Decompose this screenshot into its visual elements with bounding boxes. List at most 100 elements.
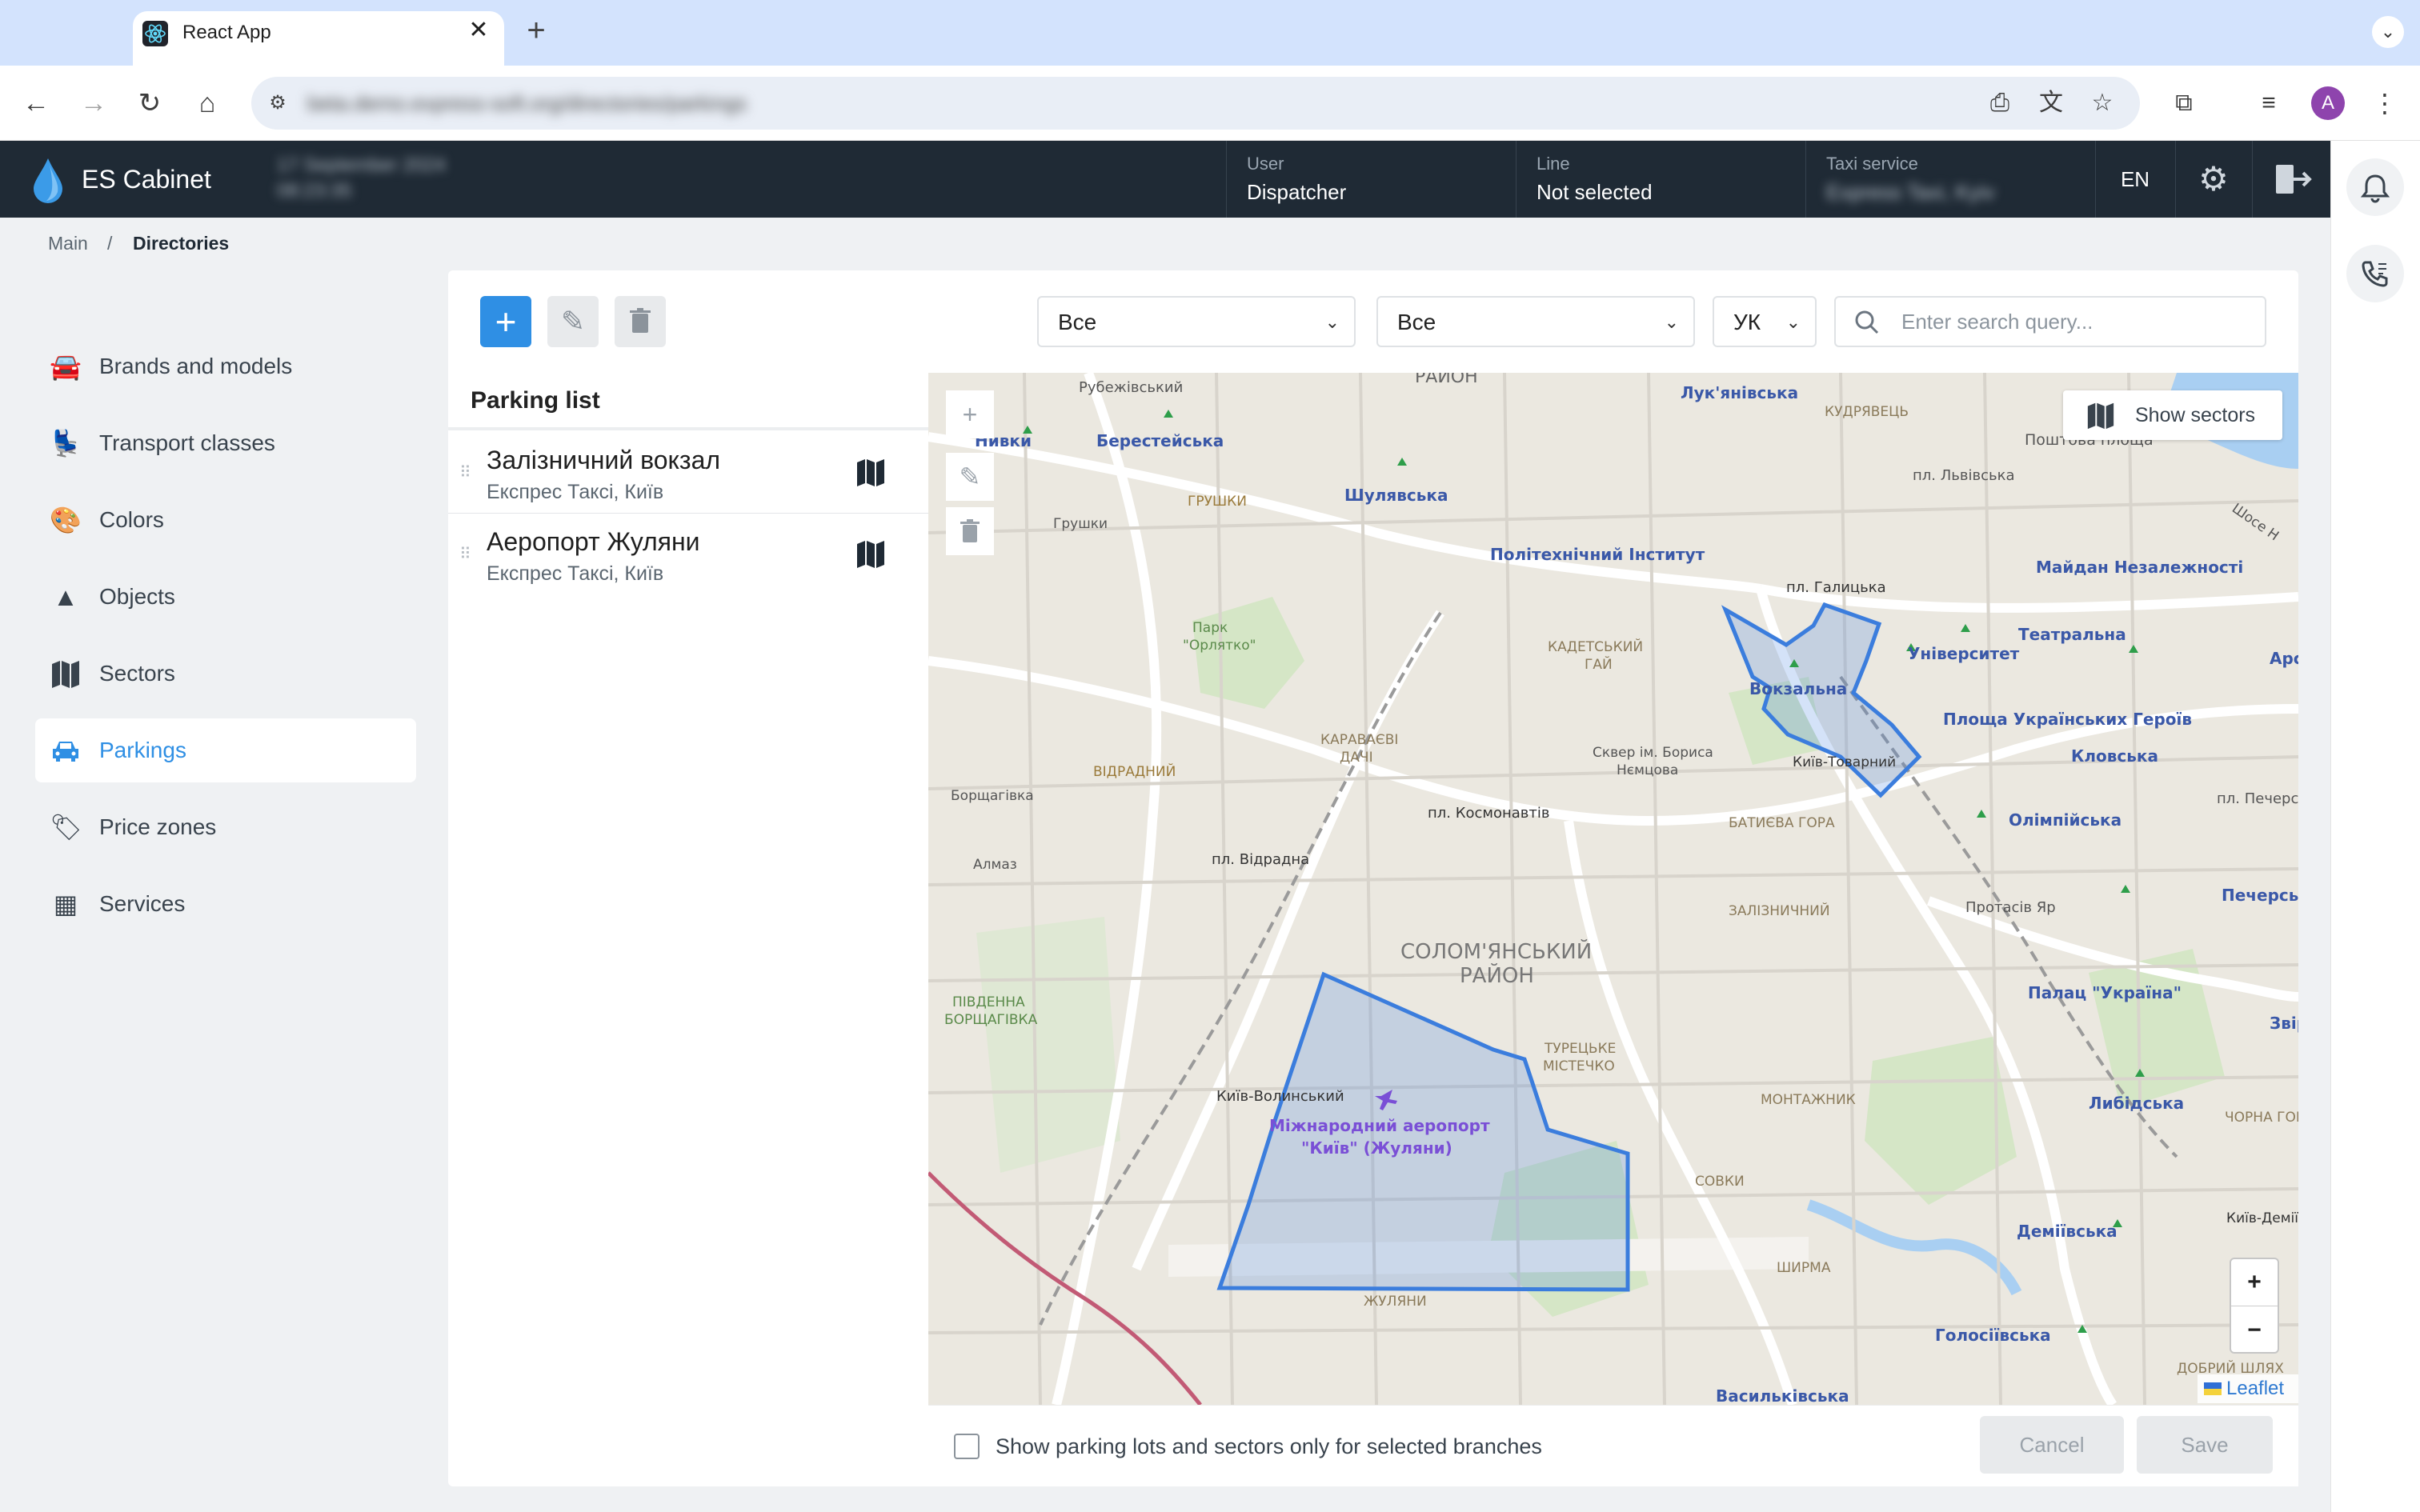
map-label: Рубежівський — [1079, 379, 1183, 396]
taxi-service-value[interactable]: Express Taxi, Kyiv — [1826, 178, 1994, 206]
translate-icon[interactable]: 文 — [2034, 86, 2068, 120]
sidebar-item-brands-and-models[interactable]: 🚘 Brands and models — [35, 334, 416, 398]
map-label: Печерсь — [2222, 886, 2298, 905]
react-favicon-icon — [142, 21, 168, 46]
user-value[interactable]: Dispatcher — [1247, 178, 1346, 206]
chevron-down-icon: ⌄ — [1324, 312, 1340, 332]
sidebar-item-label: Transport classes — [99, 430, 275, 455]
site-settings-icon[interactable]: ⚙ — [264, 90, 291, 117]
show-sectors-label: Show sectors — [2135, 404, 2256, 426]
breadcrumb-main[interactable]: Main — [48, 229, 88, 258]
line-value[interactable]: Not selected — [1537, 178, 1653, 206]
map-label: РАЙОН — [1415, 373, 1478, 387]
car-cog-icon: 🚘 — [50, 352, 82, 381]
map-label: Нємцова — [1617, 762, 1678, 778]
sidebar-item-transport-classes[interactable]: 💺 Transport classes — [35, 411, 416, 475]
add-parking-button[interactable]: + — [480, 296, 531, 347]
header-divider — [2252, 141, 2253, 218]
media-controls-icon[interactable]: ≡ — [2252, 86, 2286, 120]
sidebar-item-label: Parkings — [99, 738, 186, 762]
list-divider — [448, 427, 928, 430]
show-sectors-button[interactable]: Show sectors — [2063, 390, 2282, 440]
sidebar-item-services[interactable]: ▦ Services — [35, 872, 416, 936]
zoom-out-button[interactable]: − — [2231, 1307, 2278, 1354]
map-label: БАТИЄВА ГОРА — [1729, 815, 1835, 831]
map-label: "Орлятко" — [1183, 638, 1256, 654]
map-label: Борщагівка — [951, 788, 1034, 804]
show-on-map-icon[interactable] — [855, 456, 887, 488]
sidebar-item-price-zones[interactable]: 🏷 Price zones — [35, 795, 416, 859]
drag-handle-icon[interactable]: ⠿ — [459, 542, 471, 566]
browser-menu-icon[interactable]: ⋮ — [2369, 86, 2401, 120]
new-tab-icon[interactable]: + — [519, 13, 554, 48]
app-name: ES Cabinet — [82, 165, 211, 194]
profile-avatar[interactable]: A — [2311, 86, 2345, 120]
language-switch[interactable]: EN — [2097, 163, 2174, 195]
map-view[interactable]: РАЙОН Рубежівський Нивки Берестейська ГР… — [928, 373, 2298, 1405]
map-label: Либідська — [2089, 1094, 2184, 1113]
extensions-icon[interactable]: ⧉ — [2167, 86, 2201, 120]
branches-only-label[interactable]: Show parking lots and sectors only for s… — [996, 1430, 1542, 1462]
logout-icon[interactable] — [2270, 157, 2314, 202]
filter-select-2[interactable]: Все ⌄ — [1376, 296, 1695, 347]
show-on-map-icon[interactable] — [855, 538, 887, 570]
sidebar-item-objects[interactable]: ▲ Objects — [35, 565, 416, 629]
reload-icon[interactable]: ↻ — [133, 86, 166, 120]
search-icon — [1852, 307, 1882, 338]
edit-parking-button[interactable]: ✎ — [547, 296, 599, 347]
search-input[interactable] — [1901, 304, 2254, 339]
phone-call-icon[interactable] — [2346, 245, 2404, 302]
ukraine-flag-icon — [2204, 1382, 2222, 1395]
back-arrow-icon[interactable]: ← — [19, 86, 53, 120]
map-icon — [50, 658, 82, 690]
home-icon[interactable]: ⌂ — [190, 86, 224, 120]
map-label: ШИРМА — [1777, 1260, 1831, 1276]
map-park-area — [976, 917, 1120, 1173]
drag-handle-icon[interactable]: ⠿ — [459, 461, 471, 485]
tab-search-chevron-icon[interactable]: ⌄ — [2372, 16, 2404, 48]
map-label: РАЙОН — [1460, 962, 1534, 988]
address-url[interactable]: beta.demo.express-soft.org/directories/p… — [307, 85, 835, 122]
map-label: "Київ" (Жуляни) — [1301, 1138, 1452, 1158]
branches-only-checkbox[interactable] — [954, 1434, 980, 1459]
settings-gear-icon[interactable]: ⚙ — [2191, 157, 2236, 202]
parking-list-item[interactable]: ⠿ Аеропорт Жуляни Експрес Таксі, Київ — [448, 514, 928, 595]
parking-list-title: Parking list — [471, 387, 600, 414]
map-label: МОНТАЖНИК — [1761, 1092, 1856, 1108]
price-tag-icon: 🏷 — [50, 813, 82, 842]
map-label: Політехнічний Інститут — [1490, 545, 1705, 564]
cancel-button[interactable]: Cancel — [1980, 1416, 2124, 1474]
map-label: ТУРЕЦЬКЕ — [1544, 1041, 1616, 1057]
header-divider — [1516, 141, 1517, 218]
right-rail — [2330, 141, 2420, 1512]
bookmark-star-icon[interactable]: ☆ — [2085, 86, 2119, 120]
sidebar-item-parkings[interactable]: Parkings — [35, 718, 416, 782]
leaflet-link[interactable]: Leaflet — [2226, 1374, 2284, 1403]
breadcrumb-separator: / — [107, 233, 113, 254]
tab-title: React App — [182, 22, 271, 43]
language-select[interactable]: УК ⌄ — [1713, 296, 1817, 347]
map-label: Олімпійська — [2009, 810, 2122, 830]
map-label: МІСТЕЧКО — [1543, 1058, 1615, 1074]
draw-polygon-icon[interactable]: + — [946, 390, 994, 438]
notifications-bell-icon[interactable] — [2346, 158, 2404, 216]
parking-list-item[interactable]: ⠿ Залізничний вокзал Експрес Таксі, Київ — [448, 432, 928, 514]
header-date: 17 September 2024 — [277, 154, 446, 176]
sidebar-item-label: Services — [99, 891, 186, 916]
sidebar-item-colors[interactable]: 🎨 Colors — [35, 488, 416, 552]
filter-select-1[interactable]: Все ⌄ — [1037, 296, 1356, 347]
map-label: СОЛОМ'ЯНСЬКИЙ — [1400, 938, 1592, 964]
zoom-in-button[interactable]: + — [2231, 1259, 2278, 1306]
tab-close-icon[interactable]: ✕ — [464, 16, 493, 45]
forward-arrow-icon[interactable]: → — [77, 86, 110, 120]
map-label: Київ-Волинський — [1216, 1088, 1344, 1105]
delete-polygon-icon[interactable] — [946, 507, 994, 555]
save-button[interactable]: Save — [2137, 1416, 2273, 1474]
delete-parking-button[interactable] — [615, 296, 666, 347]
sidebar-item-sectors[interactable]: Sectors — [35, 642, 416, 706]
edit-polygon-icon[interactable]: ✎ — [946, 453, 994, 501]
header-divider — [1226, 141, 1227, 218]
search-box[interactable] — [1834, 296, 2266, 347]
map-label: Васильківська — [1716, 1386, 1849, 1405]
install-app-icon[interactable]: ⎙ — [1983, 86, 2017, 120]
